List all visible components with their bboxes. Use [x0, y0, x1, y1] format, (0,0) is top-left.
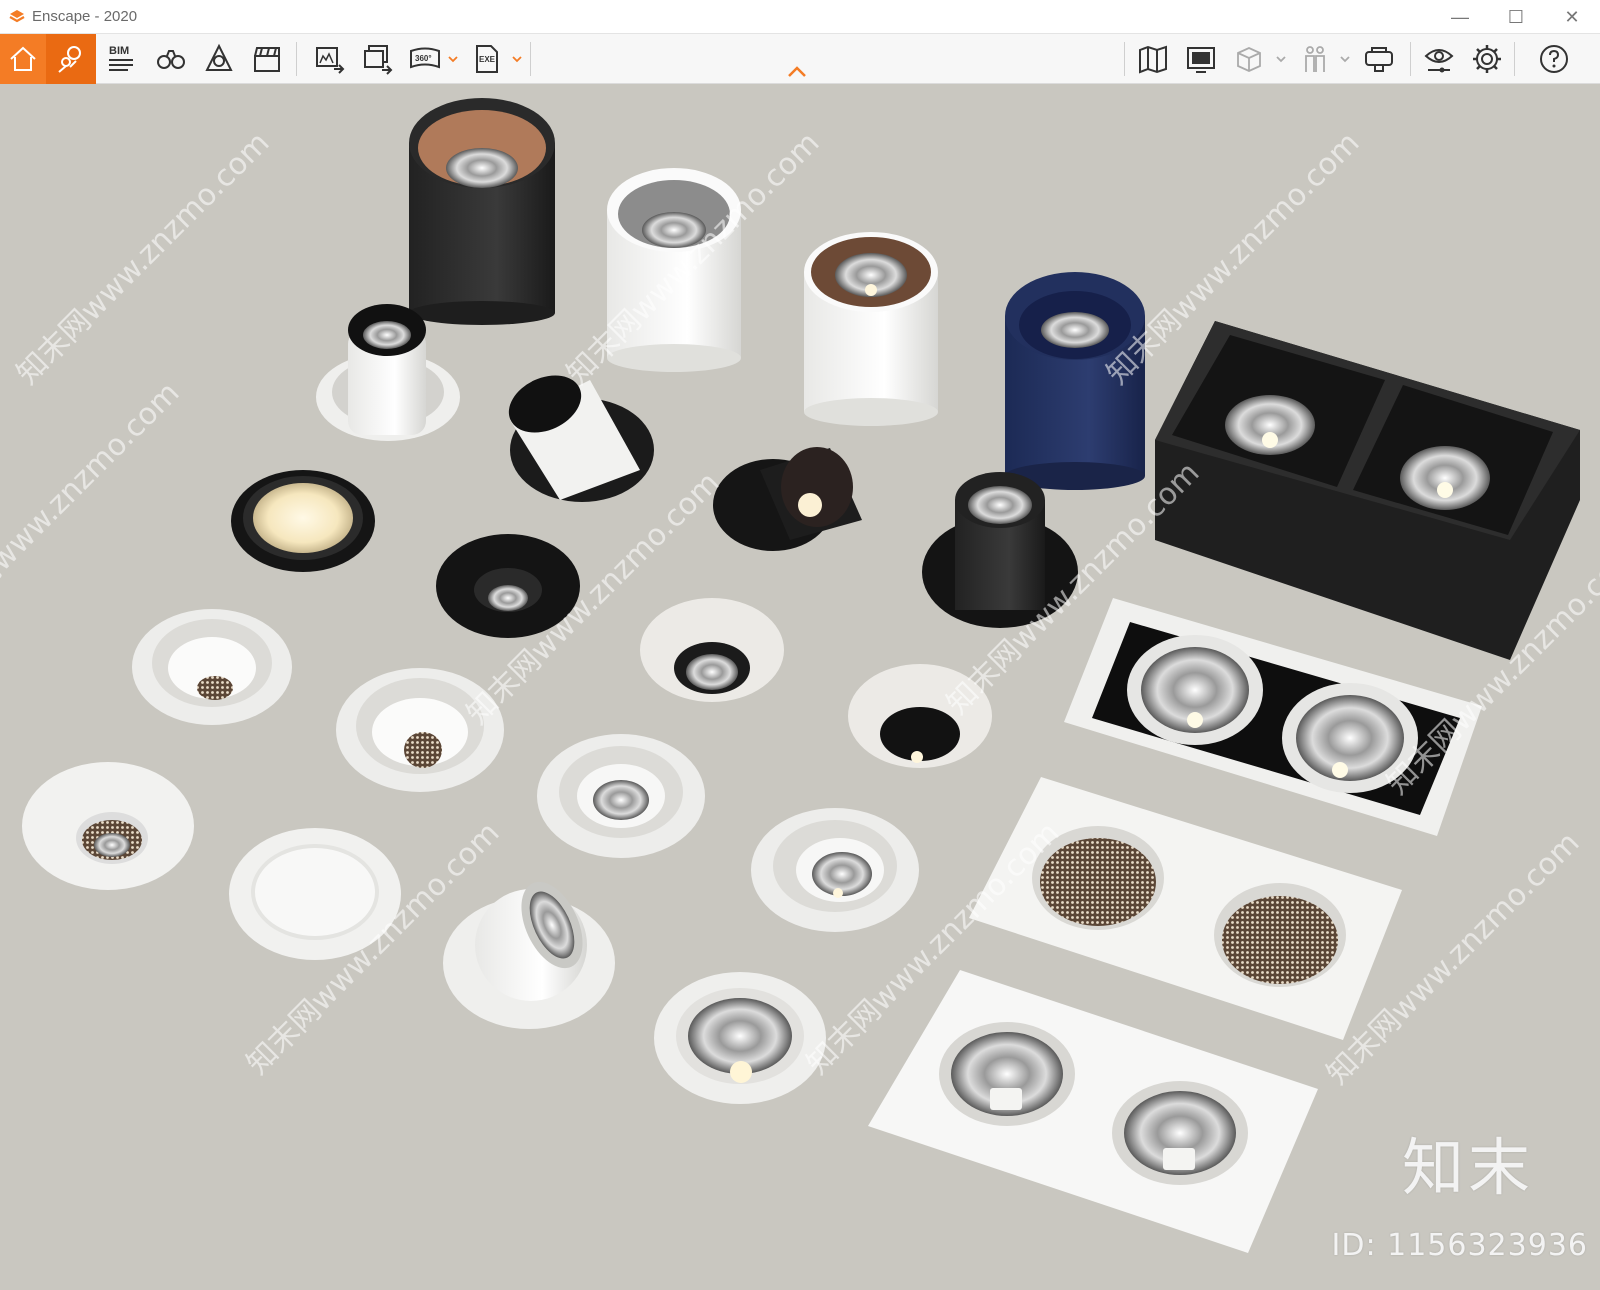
- window-controls: — ☐ ✕: [1432, 0, 1600, 34]
- export-exe-icon: EXE: [476, 45, 498, 73]
- vr-headset-icon: [1365, 47, 1393, 72]
- scene-render: [0, 84, 1600, 1285]
- location-pins-icon: [58, 46, 81, 73]
- white-recessed-chrome-3: [654, 972, 826, 1104]
- vr-button[interactable]: [1356, 34, 1402, 84]
- large-white-bowl: [22, 762, 194, 890]
- black-round-panel: [231, 470, 375, 572]
- title-bar: Enscape - 2020 — ☐ ✕: [0, 0, 1600, 34]
- toolbar-separator: [530, 42, 531, 76]
- toolbar-separator: [1410, 42, 1411, 76]
- panorama-360-icon: 360°: [410, 47, 440, 69]
- cube-icon: [1237, 47, 1261, 72]
- white-recessed-mesh-1: [132, 609, 292, 725]
- minimize-button[interactable]: —: [1432, 0, 1488, 34]
- clapperboard-icon: [254, 47, 280, 72]
- watermark-logo: 知末: [1401, 1131, 1534, 1204]
- white-recessed-chrome-2: [751, 808, 919, 932]
- black-cylinder-downlight: [409, 98, 555, 325]
- views-button[interactable]: [46, 34, 96, 84]
- render-image-icon: [316, 47, 345, 74]
- binoculars-button[interactable]: [148, 34, 194, 84]
- render-image-button[interactable]: [306, 34, 352, 84]
- collapse-toolbar-icon[interactable]: [786, 64, 808, 80]
- export-exe-button[interactable]: EXE: [464, 34, 510, 84]
- atmosphere-button[interactable]: [196, 34, 242, 84]
- bim-icon: BIM: [109, 45, 133, 71]
- close-button[interactable]: ✕: [1544, 0, 1600, 34]
- box-dropdown-icon[interactable]: [1276, 52, 1286, 66]
- map-icon: [1139, 45, 1167, 74]
- render-monitor-icon: [1187, 47, 1215, 73]
- bim-button[interactable]: BIM: [98, 34, 144, 84]
- video-editor-button[interactable]: [244, 34, 290, 84]
- people-dropdown-icon[interactable]: [1340, 52, 1350, 66]
- gear-icon: [1473, 45, 1501, 73]
- people-button[interactable]: [1292, 34, 1338, 84]
- svg-text:360°: 360°: [415, 54, 432, 63]
- watermark-id: ID: 1156323936: [1331, 1228, 1588, 1263]
- batch-render-icon: [364, 45, 393, 75]
- help-icon: [1540, 45, 1568, 73]
- home-button[interactable]: [0, 34, 46, 84]
- eye-settings-icon: [1424, 49, 1454, 73]
- map-button[interactable]: [1130, 34, 1176, 84]
- toolbar-separator: [296, 42, 297, 76]
- box-button[interactable]: [1226, 34, 1272, 84]
- batch-render-button[interactable]: [354, 34, 400, 84]
- window-title: Enscape - 2020: [32, 8, 138, 25]
- bell-atmosphere-icon: [205, 43, 233, 71]
- export-dropdown-icon[interactable]: [512, 52, 522, 66]
- maximize-button[interactable]: ☐: [1488, 0, 1544, 34]
- svg-text:BIM: BIM: [109, 45, 129, 57]
- help-button[interactable]: [1530, 34, 1578, 84]
- screenshot-button[interactable]: [1178, 34, 1224, 84]
- binoculars-icon: [157, 50, 185, 69]
- render-viewport[interactable]: 知末网www.znzmo.com 知末网www.znzmo.com 知末网www…: [0, 84, 1600, 1285]
- white-deep-bowl: [640, 598, 784, 702]
- toolbar-separator: [1124, 42, 1125, 76]
- svg-text:EXE: EXE: [479, 55, 496, 64]
- toolbar-separator: [1514, 42, 1515, 76]
- enscape-logo-icon: [9, 9, 25, 22]
- people-icon: [1305, 46, 1325, 72]
- general-settings-button[interactable]: [1464, 34, 1510, 84]
- home-icon: [10, 46, 36, 71]
- white-recessed-chrome-1: [537, 734, 705, 858]
- panorama-button[interactable]: 360°: [402, 34, 448, 84]
- panorama-dropdown-icon[interactable]: [448, 52, 458, 66]
- visual-settings-button[interactable]: [1416, 34, 1462, 84]
- white-cylinder-bronze-trim: [804, 232, 938, 426]
